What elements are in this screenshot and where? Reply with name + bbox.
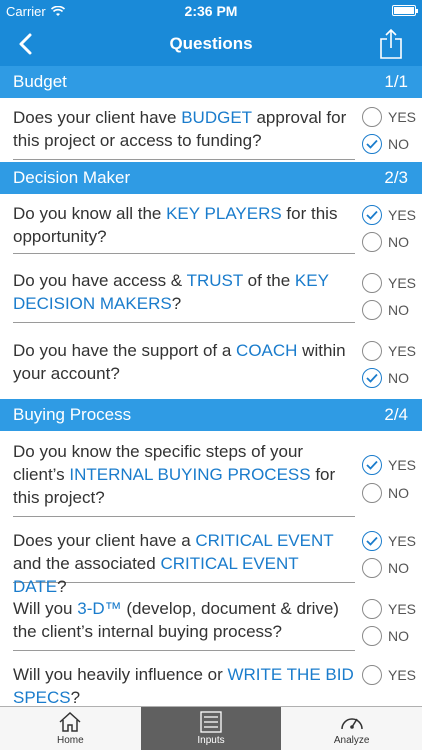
radio-button[interactable] — [362, 300, 382, 320]
tab-analyze[interactable]: Analyze — [281, 707, 422, 750]
radio-button[interactable] — [362, 273, 382, 293]
section-header-decision-maker: Decision Maker 2/3 — [0, 162, 422, 194]
page-title: Questions — [169, 34, 253, 53]
radio-button[interactable] — [362, 107, 382, 127]
checkmark-icon — [366, 460, 378, 470]
radio-button-checked[interactable] — [362, 205, 382, 225]
option-yes[interactable]: YES — [362, 455, 416, 475]
section-title: Buying Process — [13, 405, 132, 424]
option-yes[interactable]: YES — [362, 531, 416, 551]
tab-home[interactable]: Home — [0, 707, 141, 750]
tab-label: Inputs — [197, 735, 225, 746]
radio-button[interactable] — [362, 232, 382, 252]
question-text: Does your client have BUDGET approval fo… — [13, 106, 355, 160]
radio-button-checked[interactable] — [362, 531, 382, 551]
option-no[interactable]: NO — [362, 368, 409, 388]
question-key-players: Do you know all the KEY PLAYERS for this… — [0, 194, 422, 263]
section-header-budget: Budget 1/1 — [0, 66, 422, 98]
radio-button[interactable] — [362, 626, 382, 646]
option-label: NO — [388, 136, 409, 152]
section-title: Budget — [13, 72, 67, 91]
option-label: YES — [388, 275, 417, 291]
section-header-buying-process: Buying Process 2/4 — [0, 399, 422, 431]
option-label: YES — [388, 667, 417, 683]
list-icon — [200, 711, 222, 733]
share-icon[interactable] — [378, 28, 404, 60]
radio-button[interactable] — [362, 558, 382, 578]
question-text: Do you know the specific steps of your c… — [13, 440, 355, 517]
option-label: NO — [388, 560, 409, 576]
question-critical-event: Does your client have a CRITICAL EVENT a… — [0, 521, 422, 596]
option-label: YES — [388, 207, 417, 223]
question-text: Do you have access & TRUST of the KEY DE… — [13, 269, 355, 323]
question-coach: Do you have the support of a COACH withi… — [0, 331, 422, 399]
checkmark-icon — [366, 210, 378, 220]
question-internal-buying-process: Do you know the specific steps of your c… — [0, 431, 422, 521]
option-yes[interactable]: YES — [362, 205, 416, 225]
option-label: NO — [388, 485, 409, 501]
clock: 2:36 PM — [184, 3, 238, 19]
question-3d: Will you 3-D™ (develop, document & drive… — [0, 589, 422, 657]
option-label: NO — [388, 302, 409, 318]
question-text: Do you have the support of a COACH withi… — [13, 341, 346, 383]
gauge-icon — [340, 718, 363, 730]
option-label: YES — [388, 457, 417, 473]
option-no[interactable]: NO — [362, 232, 409, 252]
radio-button[interactable] — [362, 599, 382, 619]
question-budget-approval: Does your client have BUDGET approval fo… — [0, 98, 422, 162]
section-title: Decision Maker — [13, 168, 131, 187]
option-label: NO — [388, 628, 409, 644]
checkmark-icon — [366, 536, 378, 546]
tab-label: Analyze — [333, 735, 370, 746]
radio-button[interactable] — [362, 483, 382, 503]
home-icon — [59, 711, 81, 732]
tab-label: Home — [56, 735, 84, 746]
checkmark-icon — [366, 139, 378, 149]
option-label: YES — [388, 601, 417, 617]
option-no[interactable]: NO — [362, 626, 409, 646]
option-no[interactable]: NO — [362, 300, 409, 320]
radio-button-checked[interactable] — [362, 455, 382, 475]
question-text: Will you 3-D™ (develop, document & drive… — [13, 597, 355, 651]
battery-icon — [392, 5, 418, 16]
radio-button-checked[interactable] — [362, 368, 382, 388]
option-label: YES — [388, 343, 417, 359]
radio-button[interactable] — [362, 341, 382, 361]
question-trust: Do you have access & TRUST of the KEY DE… — [0, 263, 422, 331]
option-yes[interactable]: YES — [362, 107, 416, 127]
section-count: 2/4 — [384, 405, 408, 424]
question-text: Does your client have a CRITICAL EVENT a… — [13, 529, 355, 596]
question-text: Do you know all the KEY PLAYERS for this… — [13, 202, 355, 254]
section-count: 1/1 — [384, 72, 408, 91]
question-text: Will you heavily influence or WRITE THE … — [13, 665, 354, 706]
navigation-bar: Questions — [0, 22, 422, 66]
option-yes[interactable]: YES — [362, 599, 416, 619]
option-yes[interactable]: YES — [362, 665, 416, 685]
question-bid-specs: Will you heavily influence or WRITE THE … — [0, 657, 422, 706]
option-no[interactable]: NO — [362, 483, 409, 503]
option-no[interactable]: NO — [362, 558, 409, 578]
section-count: 2/3 — [384, 168, 408, 187]
option-yes[interactable]: YES — [362, 273, 416, 293]
option-label: NO — [388, 234, 409, 250]
questions-list[interactable]: Budget 1/1 Does your client have BUDGET … — [0, 66, 422, 706]
option-label: YES — [388, 109, 417, 125]
radio-button[interactable] — [362, 665, 382, 685]
option-label: NO — [388, 370, 409, 386]
option-no[interactable]: NO — [362, 134, 409, 154]
option-label: YES — [388, 533, 417, 549]
option-yes[interactable]: YES — [362, 341, 416, 361]
status-bar: Carrier 2:36 PM — [0, 0, 422, 22]
radio-button-checked[interactable] — [362, 134, 382, 154]
tab-inputs[interactable]: Inputs — [140, 707, 282, 750]
tab-bar: Home Inputs Analyze — [0, 706, 422, 750]
checkmark-icon — [366, 373, 378, 383]
